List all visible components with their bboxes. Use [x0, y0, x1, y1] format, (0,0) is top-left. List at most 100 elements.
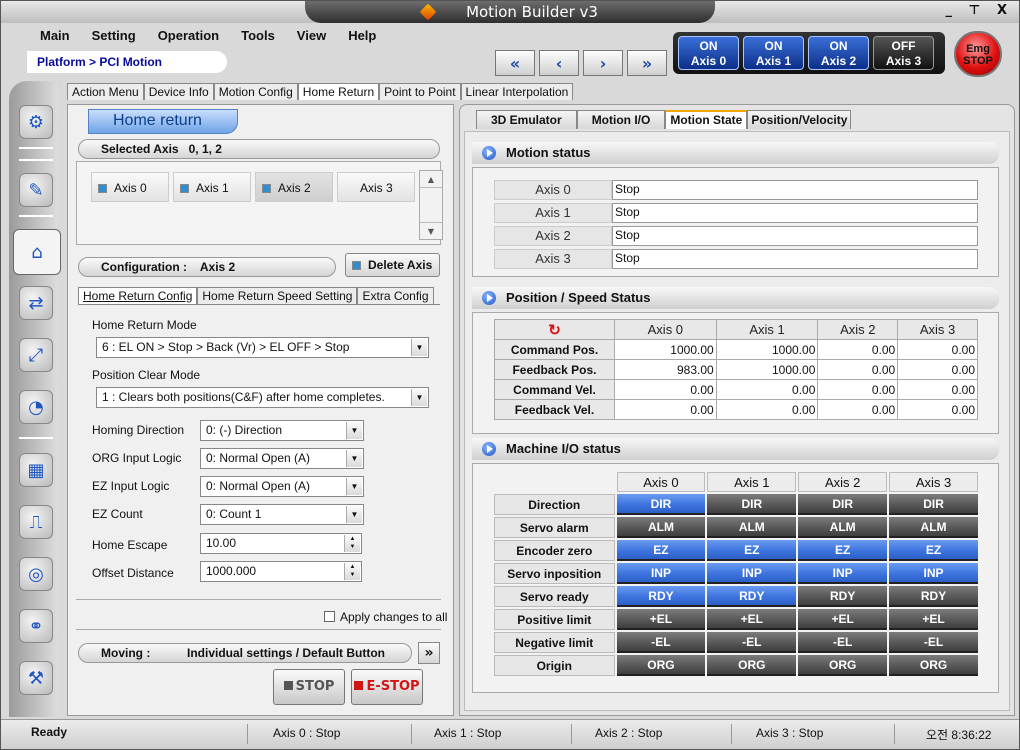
scroll-down-icon[interactable]: ▼ [420, 222, 442, 239]
interpolation-icon[interactable]: ⤢ [19, 338, 53, 372]
table-row: Feedback Pos. 983.00 1000.00 0.00 0.00 [494, 359, 978, 380]
network-icon[interactable]: ⚭ [19, 609, 53, 643]
row-label: Command Vel. [494, 379, 615, 400]
menu-help[interactable]: Help [337, 26, 387, 48]
window-controls[interactable]: _ ⊤ X [946, 3, 1013, 18]
gear-icon[interactable]: ◎ [19, 557, 53, 591]
tab-device-info[interactable]: Device Info [143, 83, 214, 100]
section-title: Machine I/O status [506, 441, 621, 456]
menu-tools[interactable]: Tools [230, 26, 286, 48]
sidebar: ⚙ ✎ ⌂ ⇄ ⤢ ◔ ▦ ⎍ ◎ ⚭ ⚒ [9, 81, 61, 717]
table-header-row: ↻ Axis 0 Axis 1 Axis 2 Axis 3 [494, 319, 978, 340]
motor-icon[interactable]: ⚙ [19, 105, 53, 139]
position-clear-mode-select[interactable]: 1 : Clears both positions(C&F) after hom… [96, 387, 429, 408]
tab-action-menu[interactable]: Action Menu [67, 83, 144, 100]
axis-3-checkbox[interactable]: Axis 3 [337, 172, 415, 202]
homing-direction-select[interactable]: 0: (-) Direction ▼ [200, 420, 364, 441]
axis-label: Axis 3 [885, 54, 922, 68]
axis-1-checkbox[interactable]: Axis 1 [173, 172, 251, 202]
io-led-org-axis-2: ORG [798, 655, 888, 676]
io-icon[interactable]: ▦ [19, 453, 53, 487]
column-header: Axis 2 [817, 319, 899, 340]
tab-motion-io[interactable]: Motion I/O [576, 110, 666, 129]
io-row-label: Positive limit [494, 609, 615, 630]
delete-axis-button[interactable]: Delete Axis [345, 253, 440, 277]
first-button[interactable]: « [495, 50, 535, 76]
menu-main[interactable]: Main [29, 26, 81, 48]
apply-all-checkbox[interactable]: Apply changes to all [324, 610, 447, 624]
io-led-el-axis-0: -EL [616, 632, 706, 653]
select-value: 1 : Clears both positions(C&F) after hom… [102, 390, 385, 404]
org-input-logic-select[interactable]: 0: Normal Open (A) ▼ [200, 448, 364, 469]
settings-icon[interactable]: ⚒ [19, 661, 53, 695]
io-led-dir-axis-0: DIR [616, 494, 706, 515]
gauge-icon[interactable]: ◔ [19, 390, 53, 424]
column-header: Axis 1 [715, 319, 819, 340]
tab-home-return[interactable]: Home Return [297, 83, 380, 100]
tools-icon[interactable]: ✎ [19, 173, 53, 207]
spin-arrows-icon[interactable]: ▲ ▼ [344, 563, 360, 580]
status-axis-3: Axis 3 : Stop [756, 726, 824, 740]
row-label: Feedback Vel. [494, 399, 615, 420]
more-button[interactable]: » [418, 642, 440, 664]
estop-square-icon [354, 681, 364, 690]
escape-label: Home Escape [92, 538, 168, 552]
io-led-rdy-axis-0: RDY [616, 586, 706, 607]
estop-label: E-STOP [366, 679, 420, 694]
offset-label: Offset Distance [92, 566, 174, 580]
io-led-el-axis-3: +EL [889, 609, 978, 630]
axis-2-power-button[interactable]: ON Axis 2 [808, 36, 869, 70]
tab-motion-state[interactable]: Motion State [665, 110, 748, 129]
input-value: 1000.000 [206, 564, 257, 578]
column-header: Axis 1 [707, 472, 797, 492]
tab-home-return-speed[interactable]: Home Return Speed Setting [197, 287, 358, 304]
status-axis-2: Axis 2 : Stop [595, 726, 663, 740]
io-led-alm-axis-1: ALM [707, 517, 797, 538]
home-icon[interactable]: ⌂ [13, 229, 61, 275]
prev-button[interactable]: ‹ [539, 50, 579, 76]
menu-view[interactable]: View [286, 26, 337, 48]
mode-label: Home Return Mode [92, 318, 197, 332]
axis-0-power-button[interactable]: ON Axis 0 [678, 36, 739, 70]
next-button[interactable]: › [583, 50, 623, 76]
axis-1-power-button[interactable]: ON Axis 1 [743, 36, 804, 70]
io-led-rdy-axis-3: RDY [889, 586, 978, 607]
table-cell: 0.00 [897, 359, 978, 380]
motion-status-row: Axis 1 Stop [494, 203, 978, 223]
menu-setting[interactable]: Setting [81, 26, 147, 48]
menu-operation[interactable]: Operation [147, 26, 230, 48]
tab-motion-config[interactable]: Motion Config [213, 83, 298, 100]
motion-status-box: Axis 0 Stop Axis 1 Stop Axis 2 Stop Axis 3S… [472, 167, 999, 277]
tab-linear-interpolation[interactable]: Linear Interpolation [460, 83, 574, 100]
ez-input-logic-select[interactable]: 0: Normal Open (A) ▼ [200, 476, 364, 497]
axis-0-checkbox[interactable]: Axis 0 [91, 172, 169, 202]
scroll-up-icon[interactable]: ▲ [420, 171, 442, 188]
moving-bar: Moving : Individual settings / Default B… [78, 643, 412, 663]
axis-3-power-button[interactable]: OFF Axis 3 [873, 36, 934, 70]
pulse-icon[interactable]: ⎍ [19, 505, 53, 539]
refresh-icon[interactable]: ↻ [548, 322, 561, 339]
stop-button[interactable]: STOP [273, 669, 345, 705]
right-icon: › [599, 53, 607, 73]
tab-point-to-point[interactable]: Point to Point [379, 83, 461, 100]
offset-distance-input[interactable]: 1000.000 ▲ ▼ [200, 561, 362, 582]
home-return-mode-select[interactable]: 6 : EL ON > Stop > Back (Vr) > EL OFF > … [96, 337, 429, 358]
axis-2-checkbox[interactable]: Axis 2 [255, 172, 333, 202]
ez-count-select[interactable]: 0: Count 1 ▼ [200, 504, 364, 525]
spin-arrows-icon[interactable]: ▲ ▼ [344, 535, 360, 552]
point-to-point-icon[interactable]: ⇄ [19, 286, 53, 320]
axis-scrollbar[interactable]: ▲ ▼ [419, 170, 443, 240]
last-button[interactable]: » [627, 50, 667, 76]
tab-extra-config[interactable]: Extra Config [357, 287, 434, 304]
tab-position-velocity[interactable]: Position/Velocity [747, 110, 852, 129]
estop-button[interactable]: E-STOP [351, 669, 423, 705]
tab-3d-emulator[interactable]: 3D Emulator [476, 110, 577, 129]
io-row-label: Encoder zero [494, 540, 615, 561]
tab-home-return-config[interactable]: Home Return Config [78, 287, 198, 304]
emergency-stop-button[interactable]: Emg STOP [954, 31, 1002, 77]
io-led-inp-axis-3: INP [889, 563, 978, 584]
ezcount-label: EZ Count [92, 507, 143, 521]
home-escape-input[interactable]: 10.00 ▲ ▼ [200, 533, 362, 554]
column-header: Axis 3 [889, 472, 978, 492]
refresh-cell[interactable]: ↻ [494, 319, 615, 340]
